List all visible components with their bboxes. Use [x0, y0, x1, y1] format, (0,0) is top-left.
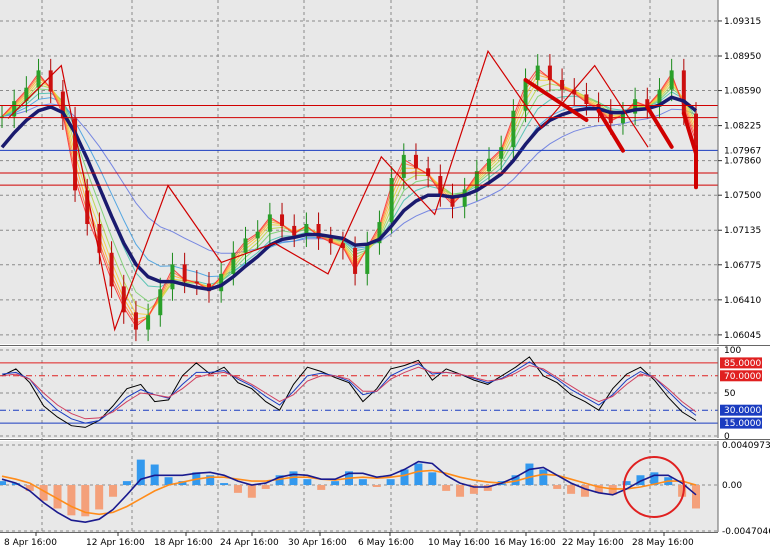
stochastic-tick-label: 50: [724, 389, 736, 399]
price-tag-label: 1.07731: [724, 169, 761, 179]
candle-body: [280, 214, 285, 226]
time-tick-label: 16 May 16:00: [494, 538, 556, 548]
price-tick-label: 1.07135: [724, 226, 761, 236]
macd-histogram-bar: [0, 481, 6, 486]
price-axis: 1.093151.089501.085901.082251.078601.075…: [718, 17, 761, 341]
time-tick-label: 8 Apr 16:00: [4, 538, 57, 548]
candle-body: [328, 238, 333, 244]
candle-body: [170, 264, 175, 290]
price-tag-label: 1.07967: [724, 146, 761, 156]
trading-chart-window: 1.09315 1.08950 1.08590 1.08225 1.07860 1.075…: [0, 0, 770, 550]
candle-body: [413, 154, 418, 169]
stochastic-tag-label: 85.0000: [724, 359, 761, 369]
time-tick-label: 12 Apr 16:00: [86, 538, 145, 548]
candle-body: [681, 70, 686, 114]
macd-histogram-bar: [386, 479, 395, 486]
stochastic-tag-label: 30.0000: [724, 406, 761, 416]
candle-body: [36, 70, 41, 88]
time-tick-label: 30 Apr 16:00: [288, 538, 347, 548]
candle-body: [389, 177, 394, 223]
macd-tick-label: 0.0040973: [722, 441, 770, 451]
price-tick-label: 1.06045: [724, 331, 761, 341]
candle-body: [535, 65, 540, 80]
candle-body: [620, 113, 625, 124]
macd-histogram-bar: [692, 485, 700, 509]
stochastic-tag-label: 15.0000: [724, 419, 761, 429]
macd-tick-label: -0.0047046: [722, 527, 770, 537]
candle-body: [182, 264, 187, 282]
macd-histogram-bar: [247, 485, 256, 498]
price-tick-label: 1.09315: [724, 17, 761, 27]
stochastic-tick-label: 100: [724, 346, 741, 356]
macd-histogram-bar: [553, 485, 562, 489]
price-tag-label: 1.08308: [724, 114, 761, 124]
macd-histogram-bar: [233, 485, 242, 493]
price-tag-label: 1.08434: [724, 102, 761, 112]
candle-body: [158, 289, 163, 316]
candle-body: [243, 238, 248, 253]
candle-body: [669, 70, 674, 90]
macd-histogram-bar: [372, 485, 381, 487]
candle-body: [353, 248, 358, 274]
macd-histogram-bar: [303, 479, 312, 486]
price-tick-label: 1.07860: [724, 157, 761, 167]
candle-body: [146, 315, 151, 330]
time-tick-label: 22 May 16:00: [562, 538, 624, 548]
candle-body: [292, 225, 297, 236]
candle-body: [474, 171, 479, 190]
candle-body: [584, 94, 589, 104]
time-tick-label: 18 Apr 16:00: [154, 538, 213, 548]
time-tick-label: 24 Apr 16:00: [220, 538, 279, 548]
macd-histogram-bar: [442, 485, 451, 491]
stochastic-axis: 10050085.000070.000030.000015.0000: [720, 346, 762, 442]
macd-histogram-bar: [400, 469, 409, 486]
macd-histogram-bar: [428, 472, 437, 486]
candle-body: [499, 147, 504, 159]
price-tick-label: 1.08590: [724, 87, 761, 97]
macd-histogram-bar: [331, 481, 340, 486]
macd-histogram-bar: [580, 485, 589, 497]
candle-body: [560, 80, 565, 90]
price-tag-label: 1.07605: [724, 181, 761, 191]
macd-histogram-bar: [220, 483, 229, 486]
candle-body: [511, 110, 516, 148]
macd-histogram-bar: [109, 485, 118, 497]
candle-body: [267, 214, 272, 232]
time-tick-label: 6 May 16:00: [358, 538, 414, 548]
macd-histogram-bar: [67, 485, 76, 516]
price-tick-label: 1.06775: [724, 261, 761, 271]
time-axis: 8 Apr 16:00 12 Apr 16:00 18 Apr 16:00 24 Ap…: [4, 532, 694, 548]
chart-canvas: 1.093151.089501.085901.082251.078601.075…: [0, 0, 770, 548]
price-tick-label: 1.06410: [724, 296, 761, 306]
candle-body: [231, 252, 236, 274]
macd-histogram-bar: [567, 485, 576, 494]
candle-body: [133, 312, 138, 330]
stochastic-tag-label: 70.0000: [724, 372, 761, 382]
candle-body: [547, 65, 552, 80]
candle-body: [426, 168, 431, 176]
macd-histogram-bar: [539, 469, 548, 486]
macd-histogram-bar: [414, 463, 423, 486]
candle-body: [487, 158, 492, 172]
price-tick-label: 1.07500: [724, 191, 761, 201]
macd-tick-label: 0.00: [722, 481, 742, 491]
macd-histogram-bar: [456, 485, 465, 497]
macd-histogram-bar: [358, 479, 367, 486]
macd-histogram-bar: [317, 485, 326, 490]
macd-axis: 0.0040973 0.00 -0.0047046: [722, 441, 770, 537]
macd-histogram-bar: [525, 463, 534, 486]
time-tick-label: 28 May 16:00: [632, 538, 694, 548]
candle-body: [401, 154, 406, 178]
price-tick-label: 1.08950: [724, 52, 761, 62]
time-tick-label: 10 May 16:00: [428, 538, 490, 548]
candle-body: [48, 70, 53, 92]
candle-body: [194, 281, 199, 284]
candle-body: [462, 189, 467, 207]
macd-histogram-bar: [261, 485, 270, 489]
candle-body: [255, 231, 260, 239]
candle-body: [109, 252, 114, 287]
candle-body: [365, 243, 370, 274]
macd-histogram-bar: [95, 485, 104, 510]
macd-histogram-bar: [122, 481, 131, 486]
